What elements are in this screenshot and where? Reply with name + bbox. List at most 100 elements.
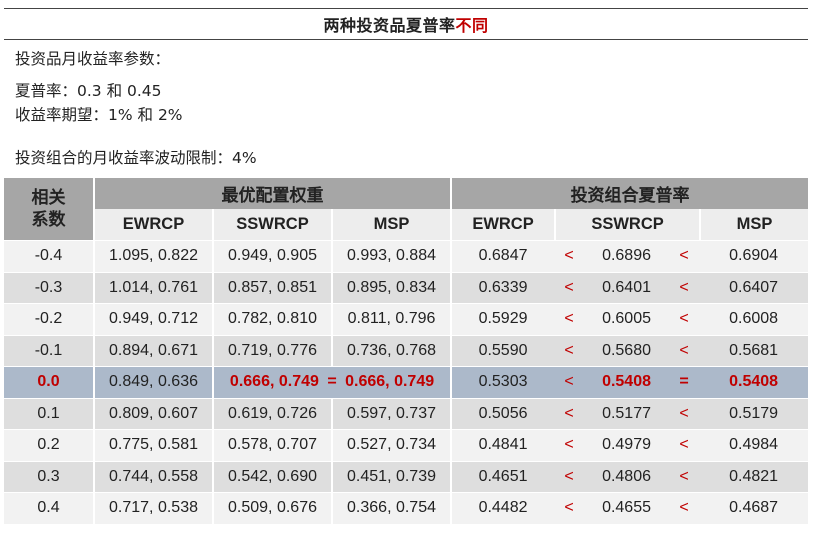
params-expected-return: 收益率期望：1% 和 2% [15,106,183,124]
title-highlight: 不同 [455,16,489,35]
table-row: -0.4 1.095, 0.822 0.949, 0.905 0.993, 0.… [4,240,809,272]
weight-ewrcp-cell: 0.949, 0.712 [93,303,212,335]
weight-msp-cell: 0.451, 0.739 [331,460,451,492]
col-header-sharpe-sswrcp: SSWRCP [554,209,700,240]
weight-sswrcp-cell: 0.619, 0.726 [212,397,331,429]
sharpe-msp-cell: 0.5681 [699,334,809,366]
compare-operator: < [669,303,700,335]
sharpe-sswrcp-cell: 0.6401 [584,271,670,303]
params-header: 投资品月收益率参数： [15,50,171,68]
sharpe-msp-cell: 0.4687 [699,492,809,524]
sharpe-ewrcp-cell: 0.4841 [450,429,555,461]
corr-header: 相关 系数 [4,178,93,240]
corr-cell: -0.1 [4,334,93,366]
compare-operator: < [554,397,585,429]
col-header-weight-ewrcp: EWRCP [93,209,212,240]
sharpe-sswrcp-cell: 0.5177 [584,397,670,429]
table-row: 0.1 0.809, 0.607 0.619, 0.726 0.597, 0.7… [4,397,809,429]
corr-cell: -0.2 [4,303,93,335]
compare-operator: < [669,334,700,366]
sharpe-ewrcp-cell: 0.5303 [450,366,555,398]
sharpe-ewrcp-cell: 0.4482 [450,492,555,524]
corr-cell: 0.4 [4,492,93,524]
corr-cell: 0.2 [4,429,93,461]
sharpe-ewrcp-cell: 0.5590 [450,334,555,366]
weight-msp-cell: 0.736, 0.768 [331,334,451,366]
weight-ewrcp-cell: 0.809, 0.607 [93,397,212,429]
table-title: 两种投资品夏普率 不同 [4,8,808,40]
col-header-sharpe-msp: MSP [699,209,809,240]
weight-sswrcp-cell: 0.719, 0.776 [212,334,331,366]
sharpe-ewrcp-cell: 0.6339 [450,271,555,303]
weight-ewrcp-cell: 0.849, 0.636 [93,366,212,398]
sharpe-sswrcp-cell: 0.6005 [584,303,670,335]
sharpe-sswrcp-cell: 0.5680 [584,334,670,366]
compare-operator: < [669,397,700,429]
compare-operator: < [554,366,585,398]
sharpe-msp-cell: 0.6904 [699,240,809,272]
weight-msp-cell: 0.597, 0.737 [331,397,451,429]
corr-cell: 0.0 [4,366,93,398]
equal-operator: = [327,373,337,391]
weight-sswrcp-cell: 0.782, 0.810 [212,303,331,335]
table-row: 0.4 0.717, 0.538 0.509, 0.676 0.366, 0.7… [4,492,809,524]
weight-sswrcp-value: 0.666, 0.749 [229,373,319,391]
sharpe-ewrcp-cell: 0.5929 [450,303,555,335]
compare-operator: < [669,271,700,303]
weight-msp-cell: 0.895, 0.834 [331,271,451,303]
sharpe-msp-cell: 0.6407 [699,271,809,303]
corr-cell: -0.3 [4,271,93,303]
compare-operator: < [554,460,585,492]
weight-msp-cell: 0.811, 0.796 [331,303,451,335]
weight-sswrcp-cell: 0.542, 0.690 [212,460,331,492]
weight-sswrcp-msp-equal-cell: 0.666, 0.749 = 0.666, 0.749 [212,366,451,398]
weight-ewrcp-cell: 1.095, 0.822 [93,240,212,272]
weight-ewrcp-cell: 0.744, 0.558 [93,460,212,492]
compare-operator: < [554,334,585,366]
weight-sswrcp-cell: 0.578, 0.707 [212,429,331,461]
sharpe-sswrcp-cell: 0.5408 [584,366,670,398]
compare-operator: < [554,271,585,303]
compare-operator: < [669,240,700,272]
sharpe-msp-cell: 0.5408 [699,366,809,398]
sharpe-ewrcp-cell: 0.4651 [450,460,555,492]
weight-ewrcp-cell: 0.894, 0.671 [93,334,212,366]
table-row: -0.3 1.014, 0.761 0.857, 0.851 0.895, 0.… [4,271,809,303]
params-vol-limit: 投资组合的月收益率波动限制：4% [15,149,257,167]
corr-header-line2: 系数 [31,210,66,229]
col-header-sharpe-ewrcp: EWRCP [450,209,555,240]
table-row: -0.2 0.949, 0.712 0.782, 0.810 0.811, 0.… [4,303,809,335]
sharpe-msp-cell: 0.4984 [699,429,809,461]
weight-msp-cell: 0.527, 0.734 [331,429,451,461]
sharpe-msp-cell: 0.4821 [699,460,809,492]
weight-sswrcp-cell: 0.857, 0.851 [212,271,331,303]
compare-operator: < [554,240,585,272]
sharpe-sswrcp-cell: 0.4806 [584,460,670,492]
sharpe-ewrcp-cell: 0.5056 [450,397,555,429]
weight-msp-value: 0.666, 0.749 [345,373,435,391]
weight-sswrcp-cell: 0.949, 0.905 [212,240,331,272]
sharpe-sswrcp-cell: 0.6896 [584,240,670,272]
compare-operator: < [554,303,585,335]
compare-operator: < [669,492,700,524]
sharpe-sswrcp-cell: 0.4979 [584,429,670,461]
results-table: 相关 系数 最优配置权重 投资组合夏普率 EWRCP SSWRCP MSP EW… [4,178,809,524]
compare-operator: = [669,366,700,398]
sharpe-ewrcp-cell: 0.6847 [450,240,555,272]
col-header-weight-msp: MSP [331,209,451,240]
corr-header-line1: 相关 [31,188,66,207]
compare-operator: < [669,460,700,492]
table-row: 0.2 0.775, 0.581 0.578, 0.707 0.527, 0.7… [4,429,809,461]
table-row: -0.1 0.894, 0.671 0.719, 0.776 0.736, 0.… [4,334,809,366]
group-header-sharpe: 投资组合夏普率 [450,178,809,209]
sharpe-msp-cell: 0.6008 [699,303,809,335]
corr-cell: 0.1 [4,397,93,429]
table-row-highlighted: 0.0 0.849, 0.636 0.666, 0.749 = 0.666, 0… [4,366,809,398]
group-header-weights: 最优配置权重 [93,178,451,209]
weight-ewrcp-cell: 1.014, 0.761 [93,271,212,303]
compare-operator: < [669,429,700,461]
compare-operator: < [554,492,585,524]
sharpe-sswrcp-cell: 0.4655 [584,492,670,524]
col-header-weight-sswrcp: SSWRCP [212,209,331,240]
weight-ewrcp-cell: 0.717, 0.538 [93,492,212,524]
